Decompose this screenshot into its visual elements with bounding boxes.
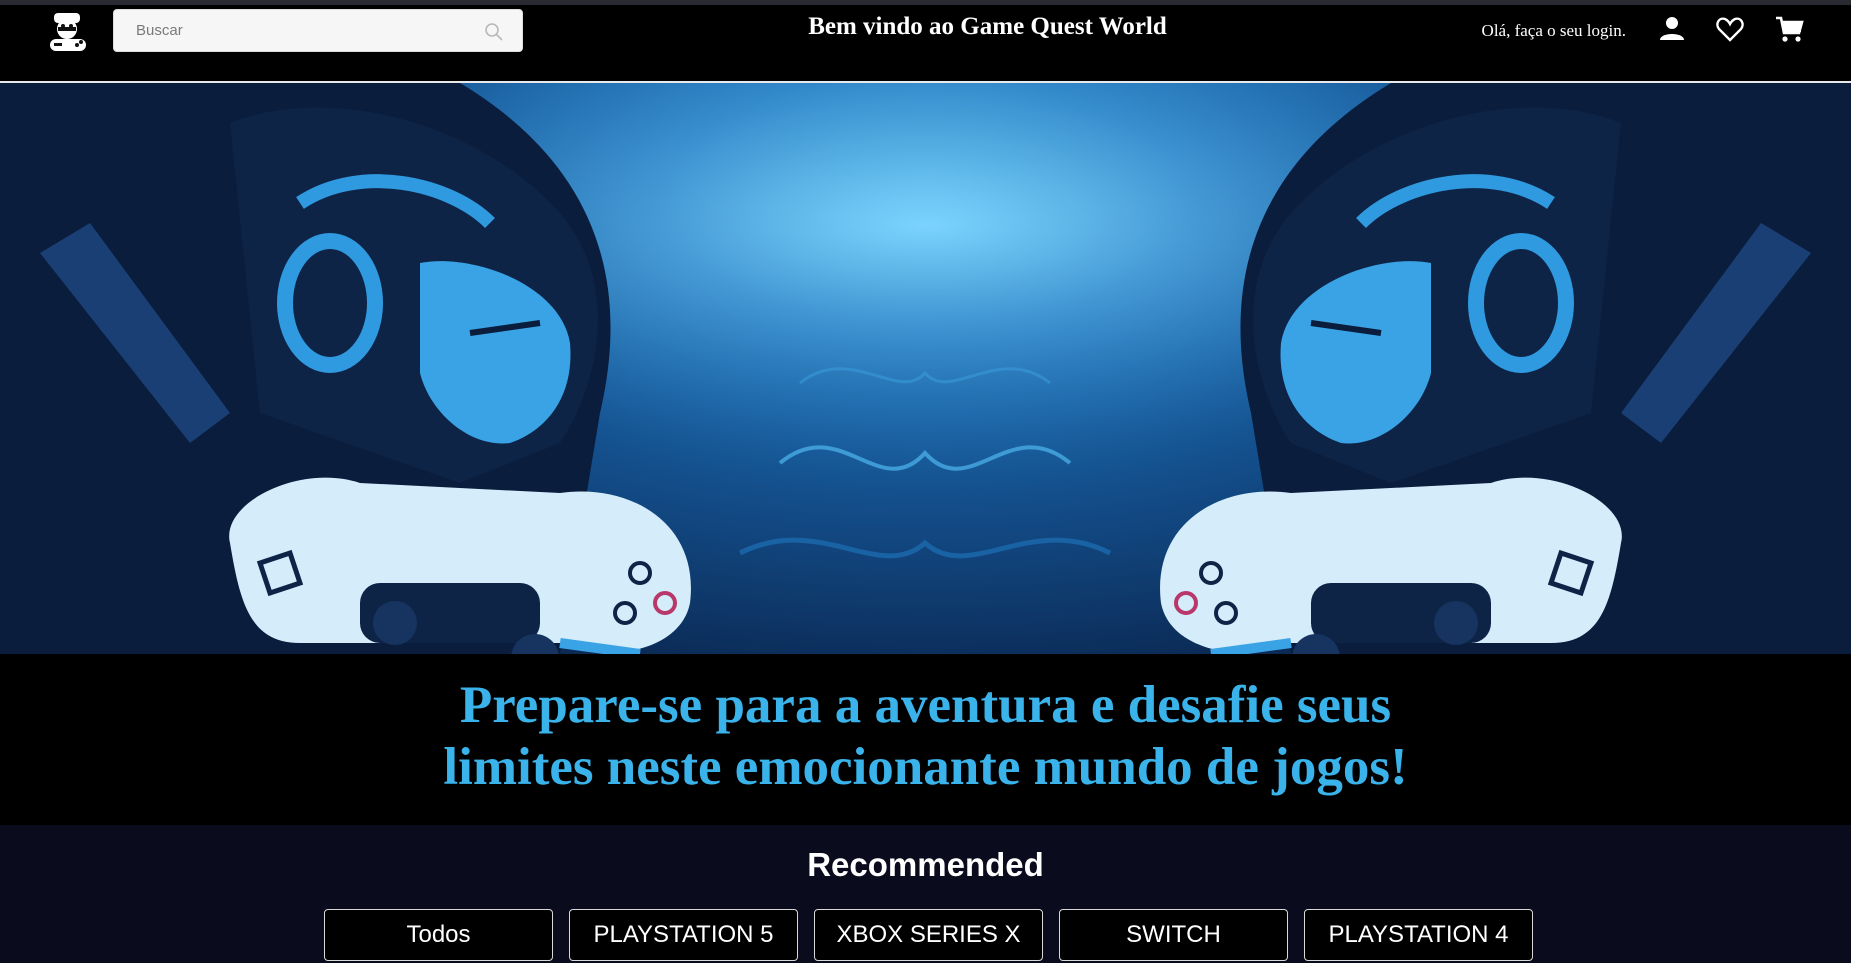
hero-banner bbox=[0, 83, 1851, 654]
heart-icon[interactable] bbox=[1715, 14, 1745, 44]
cart-icon[interactable] bbox=[1774, 14, 1804, 44]
recommended-section: Recommended Todos PLAYSTATION 5 XBOX SER… bbox=[0, 825, 1851, 963]
hero-illustration bbox=[0, 83, 1851, 654]
filter-button-todos[interactable]: Todos bbox=[324, 909, 553, 961]
site-header: Bem vindo ao Game Quest World Olá, faça … bbox=[0, 5, 1851, 81]
filter-button-switch[interactable]: SWITCH bbox=[1059, 909, 1288, 961]
user-icon[interactable] bbox=[1657, 14, 1687, 44]
mario-controller-logo-icon[interactable] bbox=[44, 9, 92, 57]
filter-button-playstation-4[interactable]: PLAYSTATION 4 bbox=[1304, 909, 1533, 961]
search-input[interactable] bbox=[114, 10, 522, 51]
filter-button-xbox-series-x[interactable]: XBOX SERIES X bbox=[814, 909, 1043, 961]
login-link[interactable]: Olá, faça o seu login. bbox=[1420, 21, 1626, 41]
tagline-text: Prepare-se para a aventura e desafie seu… bbox=[300, 674, 1551, 798]
search-box bbox=[113, 9, 523, 52]
search-icon[interactable] bbox=[484, 22, 504, 42]
welcome-title: Bem vindo ao Game Quest World bbox=[808, 13, 1167, 40]
tagline-line-1: Prepare-se para a aventura e desafie seu… bbox=[459, 676, 1392, 734]
platform-filter-row: Todos PLAYSTATION 5 XBOX SERIES X SWITCH… bbox=[324, 909, 1534, 961]
recommended-title: Recommended bbox=[807, 846, 1044, 883]
tagline-line-2: limites neste emocionante mundo de jogos… bbox=[443, 738, 1408, 796]
tagline-section: Prepare-se para a aventura e desafie seu… bbox=[0, 654, 1851, 825]
filter-button-playstation-5[interactable]: PLAYSTATION 5 bbox=[569, 909, 798, 961]
